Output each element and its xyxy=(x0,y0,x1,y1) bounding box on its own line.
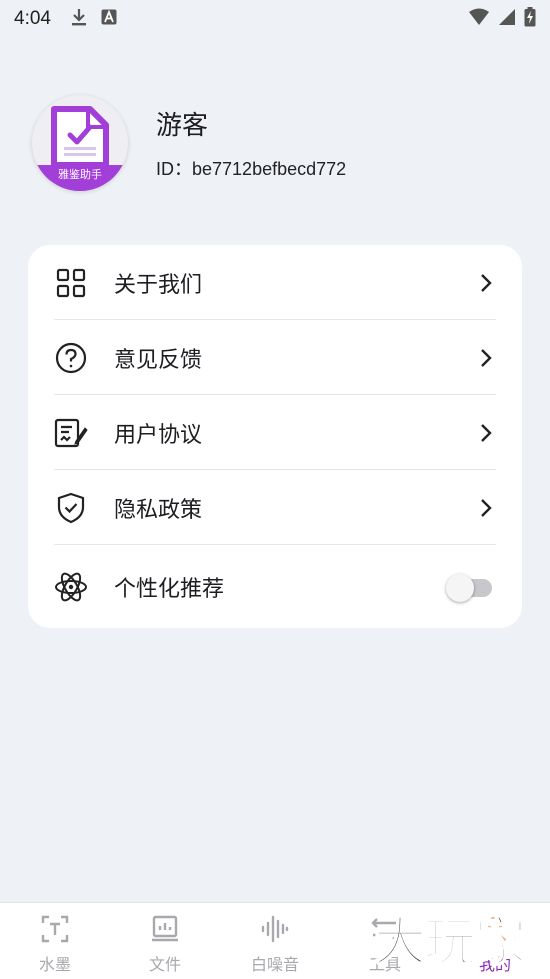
tab-label-ink: 水墨 xyxy=(38,955,71,974)
signal-icon xyxy=(498,8,516,30)
menu-label-personalized-recommendation: 个性化推荐 xyxy=(114,576,225,602)
menu-item-about[interactable]: 关于我们 xyxy=(54,245,496,320)
status-bar: 4:04 xyxy=(0,0,550,38)
menu-label-feedback: 意见反馈 xyxy=(114,347,203,373)
avatar-ribbon: 雅鉴助手 xyxy=(32,165,128,191)
sound-wave-icon xyxy=(220,913,330,945)
personalized-recommendation-toggle[interactable] xyxy=(446,572,496,602)
atom-icon xyxy=(54,570,88,604)
question-circle-icon xyxy=(54,341,88,375)
download-icon xyxy=(71,7,87,31)
document-edit-icon xyxy=(54,416,88,450)
tab-files[interactable]: 文件 xyxy=(110,913,220,975)
text-a-icon xyxy=(101,9,117,29)
menu-item-user-agreement[interactable]: 用户协议 xyxy=(54,395,496,470)
menu-item-personalized-recommendation: 个性化推荐 xyxy=(54,549,496,624)
chevron-right-icon xyxy=(476,348,496,368)
toggle-knob xyxy=(446,573,474,602)
profile-name: 游客 xyxy=(156,111,209,141)
divider xyxy=(54,544,496,545)
menu-label-about: 关于我们 xyxy=(114,272,203,298)
settings-menu-card: 关于我们 意见反馈 用户协议 隐私政策 个性化推荐 xyxy=(28,245,522,628)
menu-item-feedback[interactable]: 意见反馈 xyxy=(54,320,496,395)
menu-label-privacy-policy: 隐私政策 xyxy=(114,497,203,523)
tab-label-white-noise: 白噪音 xyxy=(250,955,299,974)
menu-item-privacy-policy[interactable]: 隐私政策 xyxy=(54,470,496,545)
chevron-right-icon xyxy=(476,273,496,293)
battery-charging-icon xyxy=(524,7,536,31)
menu-label-user-agreement: 用户协议 xyxy=(114,422,203,448)
profile-id: ID：be7712befbecd772 xyxy=(156,159,347,179)
tab-white-noise[interactable]: 白噪音 xyxy=(220,913,330,975)
grid-icon xyxy=(54,266,88,300)
tab-ink[interactable]: 水墨 xyxy=(0,913,110,975)
chevron-right-icon xyxy=(476,498,496,518)
tab-label-files: 文件 xyxy=(148,955,181,974)
status-time: 4:04 xyxy=(14,8,51,29)
wifi-icon xyxy=(468,8,490,30)
file-chart-icon xyxy=(110,913,220,945)
profile-header: 雅鉴助手 游客 ID：be7712befbecd772 xyxy=(32,95,522,195)
chevron-right-icon xyxy=(476,423,496,443)
text-box-icon xyxy=(0,913,110,945)
shield-check-icon xyxy=(54,491,88,525)
watermark: 大玩家 xyxy=(373,911,527,974)
avatar[interactable]: 雅鉴助手 xyxy=(32,95,128,191)
app-logo-icon xyxy=(51,106,109,167)
